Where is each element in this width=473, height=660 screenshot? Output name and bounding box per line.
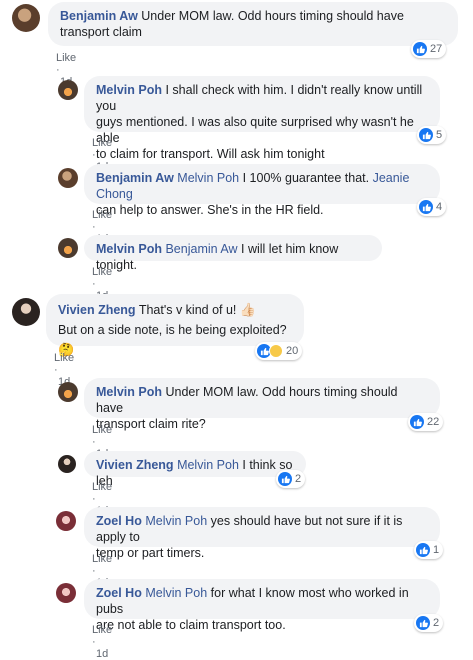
comment-bubble: Melvin Poh Benjamin Aw I will let him kn… [84,235,382,272]
thumbs-up-icon [410,415,424,429]
comment-text: Under MOM law. Odd hours timing should h… [141,9,404,23]
comment-bubble: Zoel Ho Melvin Poh for what I know most … [84,579,440,632]
thumbs-up-icon [278,472,292,486]
comment-text: for what I know most who worked in pubs [96,586,409,616]
comment-author[interactable]: Melvin Poh [96,242,162,256]
comment-author[interactable]: Zoel Ho [96,586,142,600]
avatar[interactable] [58,80,78,100]
like-link[interactable]: Like [92,209,112,221]
reaction-number: 2 [295,473,302,485]
comment-bubble: Melvin Poh Under MOM law. Odd hours timi… [84,378,440,431]
thumbs-up-icon [419,200,433,214]
comment-author[interactable]: Zoel Ho [96,514,142,528]
comment-actions: Like · 1d [92,624,113,660]
avatar[interactable] [12,298,40,326]
comment-bubble: Vivien Zheng That's v kind of u! 👍🏻 But … [46,294,304,357]
comment-author[interactable]: Melvin Poh [96,385,162,399]
mention-link[interactable]: Melvin Poh [177,171,239,185]
comment-text: yes should have but not sure if it is ap… [96,514,403,544]
mention-link[interactable]: Benjamin Aw [165,242,237,256]
thumbs-up-icon [416,543,430,557]
reaction-number: 20 [286,345,299,357]
comment-text-line3: to claim for transport. Will ask him ton… [96,147,325,161]
reaction-number: 4 [436,201,443,213]
reaction-count[interactable]: 4 [417,198,447,216]
like-link[interactable]: Like [92,553,112,565]
comment-author[interactable]: Melvin Poh [96,83,162,97]
mention-link[interactable]: Melvin Poh [145,514,207,528]
reaction-count[interactable]: 22 [408,413,444,431]
like-link[interactable]: Like [92,424,112,436]
comment-text-line2: can help to answer. She's in the HR fiel… [96,203,324,217]
comment-author[interactable]: Vivien Zheng [58,303,136,317]
reaction-number: 22 [427,416,440,428]
comment-author[interactable]: Vivien Zheng [96,458,174,472]
thumbs-up-icon [419,128,433,142]
like-link[interactable]: Like [92,266,112,278]
reaction-count[interactable]: 5 [417,126,447,144]
avatar[interactable] [58,382,78,402]
like-link[interactable]: Like [92,481,112,493]
comment-text-line2: guys mentioned. I was also quite surpris… [96,115,414,145]
comment-text: I 100% guarantee that. [242,171,370,185]
reaction-number: 5 [436,129,443,141]
like-link[interactable]: Like [56,52,76,64]
avatar[interactable] [58,238,78,258]
avatar[interactable] [56,511,76,531]
avatar[interactable] [58,455,76,473]
reaction-count[interactable]: 2 [414,614,444,632]
comment-author[interactable]: Benjamin Aw [96,171,174,185]
comment-bubble: Vivien Zheng Melvin Poh I think so leh [84,451,306,488]
comment-bubble: Benjamin Aw Under MOM law. Odd hours tim… [48,2,458,46]
mention-link[interactable]: Melvin Poh [177,458,239,472]
mention-link[interactable]: Melvin Poh [145,586,207,600]
haha-face-icon [269,344,283,358]
thumbs-up-icon [416,616,430,630]
avatar[interactable] [12,4,40,32]
thumbs-up-icon [413,42,427,56]
comment-bubble: Benjamin Aw Melvin Poh I 100% guarantee … [84,164,440,217]
reaction-count[interactable]: 27 [411,40,447,58]
thumbs-up-emoji: 👍🏻 [239,302,257,317]
comment-text-line2: are not able to claim transport too. [96,618,286,632]
comment-bubble: Zoel Ho Melvin Poh yes should have but n… [84,507,440,560]
reaction-count[interactable]: 2 [276,470,306,488]
comment-bubble: Melvin Poh I shall check with him. I did… [84,76,440,161]
avatar[interactable] [58,168,78,188]
reaction-count[interactable]: 20 [255,342,303,360]
comment-author[interactable]: Benjamin Aw [60,9,138,23]
like-link[interactable]: Like [54,352,74,364]
comment-text-line2: transport claim rite? [96,417,206,431]
avatar[interactable] [56,583,76,603]
reaction-number: 1 [433,544,440,556]
reaction-count[interactable]: 1 [414,541,444,559]
comment-text-line2: temp or part timers. [96,546,205,560]
like-link[interactable]: Like [92,137,112,149]
reaction-number: 27 [430,43,443,55]
comment-text-line2: But on a side note, is he being exploite… [58,323,287,337]
like-link[interactable]: Like [92,624,112,636]
comment-text: That's v kind of u! [138,303,237,317]
comment-text-line2: transport claim [60,25,142,39]
reaction-number: 2 [433,617,440,629]
